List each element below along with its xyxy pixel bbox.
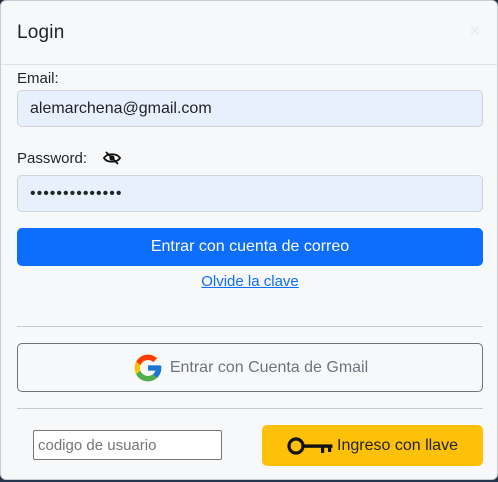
password-field[interactable]: •••••••••••••• [17, 175, 483, 212]
google-icon [134, 354, 162, 381]
modal-header: Login × [1, 1, 497, 65]
forgot-password-link[interactable]: Olvide la clave [1, 273, 497, 290]
close-button[interactable]: × [467, 21, 483, 41]
email-field[interactable]: alemarchena@gmail.com [17, 90, 483, 127]
gmail-login-button[interactable]: Entrar con Cuenta de Gmail [17, 343, 483, 392]
eye-slash-icon[interactable] [103, 151, 121, 165]
login-modal: Login × Email: alemarchena@gmail.com Pas… [0, 0, 498, 480]
key-login-button[interactable]: Ingreso con llave [262, 425, 483, 466]
email-label: Email: [17, 70, 59, 87]
divider-bottom [17, 408, 483, 409]
key-icon [287, 436, 333, 455]
user-code-input[interactable]: codigo de usuario [33, 430, 222, 460]
divider [17, 326, 483, 327]
key-button-label: Ingreso con llave [337, 436, 458, 454]
login-email-button[interactable]: Entrar con cuenta de correo [17, 228, 483, 266]
gmail-button-label: Entrar con Cuenta de Gmail [169, 358, 369, 376]
password-label: Password: [17, 150, 88, 167]
modal-title: Login [17, 21, 65, 43]
